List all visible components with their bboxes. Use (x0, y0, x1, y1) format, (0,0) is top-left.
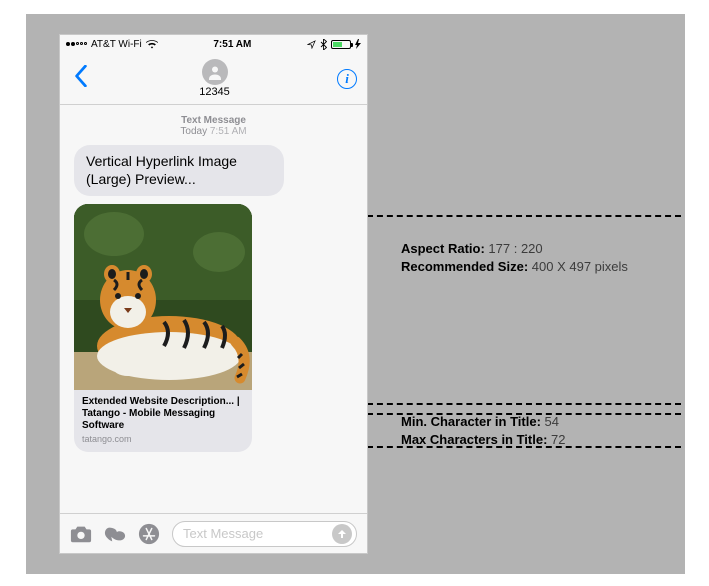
digital-touch-icon[interactable] (104, 523, 126, 545)
canvas-background: Aspect Ratio: 177 : 220 Recommended Size… (26, 14, 685, 574)
location-icon (307, 40, 316, 49)
status-bar: AT&T Wi-Fi 7:51 AM (60, 35, 367, 53)
signal-dots-icon (66, 42, 87, 46)
message-text: Vertical Hyperlink Image (Large) Preview… (86, 153, 237, 187)
wifi-icon (146, 40, 158, 49)
recommended-size-value: 400 X 497 pixels (532, 259, 628, 274)
contact-header[interactable]: 12345 (92, 59, 337, 98)
max-char-value: 72 (551, 432, 565, 447)
timestamp-time: 7:51 AM (210, 126, 247, 137)
appstore-icon[interactable] (138, 523, 160, 545)
message-input[interactable]: Text Message (172, 521, 357, 547)
message-input-bar: Text Message (60, 513, 367, 553)
preview-title: Extended Website Description... | Tatang… (82, 396, 244, 432)
info-icon: i (337, 69, 357, 89)
camera-icon[interactable] (70, 523, 92, 545)
avatar-icon (202, 59, 228, 85)
contact-name: 12345 (92, 86, 337, 98)
nav-bar: 12345 i (60, 53, 367, 105)
bluetooth-icon (320, 39, 327, 50)
arrow-up-icon (337, 529, 347, 539)
annotation-image: Aspect Ratio: 177 : 220 Recommended Size… (401, 240, 677, 276)
send-button[interactable] (332, 524, 352, 544)
link-preview-card[interactable]: Extended Website Description... | Tatang… (74, 204, 252, 452)
aspect-ratio-value: 177 : 220 (488, 241, 542, 256)
min-char-label: Min. Character in Title: (401, 414, 541, 429)
battery-icon (331, 40, 351, 49)
message-timestamp: Text Message Today 7:51 AM (60, 115, 367, 137)
incoming-message-bubble[interactable]: Vertical Hyperlink Image (Large) Preview… (74, 145, 284, 196)
min-char-value: 54 (545, 414, 559, 429)
preview-domain: tatango.com (82, 434, 244, 444)
info-button[interactable]: i (337, 69, 357, 89)
preview-image (74, 204, 252, 390)
back-button[interactable] (70, 65, 92, 92)
aspect-ratio-label: Aspect Ratio: (401, 241, 485, 256)
phone-frame: AT&T Wi-Fi 7:51 AM 12345 (59, 34, 368, 554)
timestamp-date: Today (180, 126, 207, 137)
chat-body: Text Message Today 7:51 AM Vertical Hype… (60, 105, 367, 513)
recommended-size-label: Recommended Size: (401, 259, 528, 274)
annotation-title: Min. Character in Title: 54 Max Characte… (401, 413, 677, 449)
message-placeholder: Text Message (183, 526, 263, 541)
timestamp-label: Text Message (60, 115, 367, 126)
charging-icon (355, 39, 361, 49)
status-time: 7:51 AM (213, 39, 251, 50)
preview-text-area: Extended Website Description... | Tatang… (74, 390, 252, 452)
carrier-label: AT&T Wi-Fi (91, 39, 142, 50)
max-char-label: Max Characters in Title: (401, 432, 547, 447)
